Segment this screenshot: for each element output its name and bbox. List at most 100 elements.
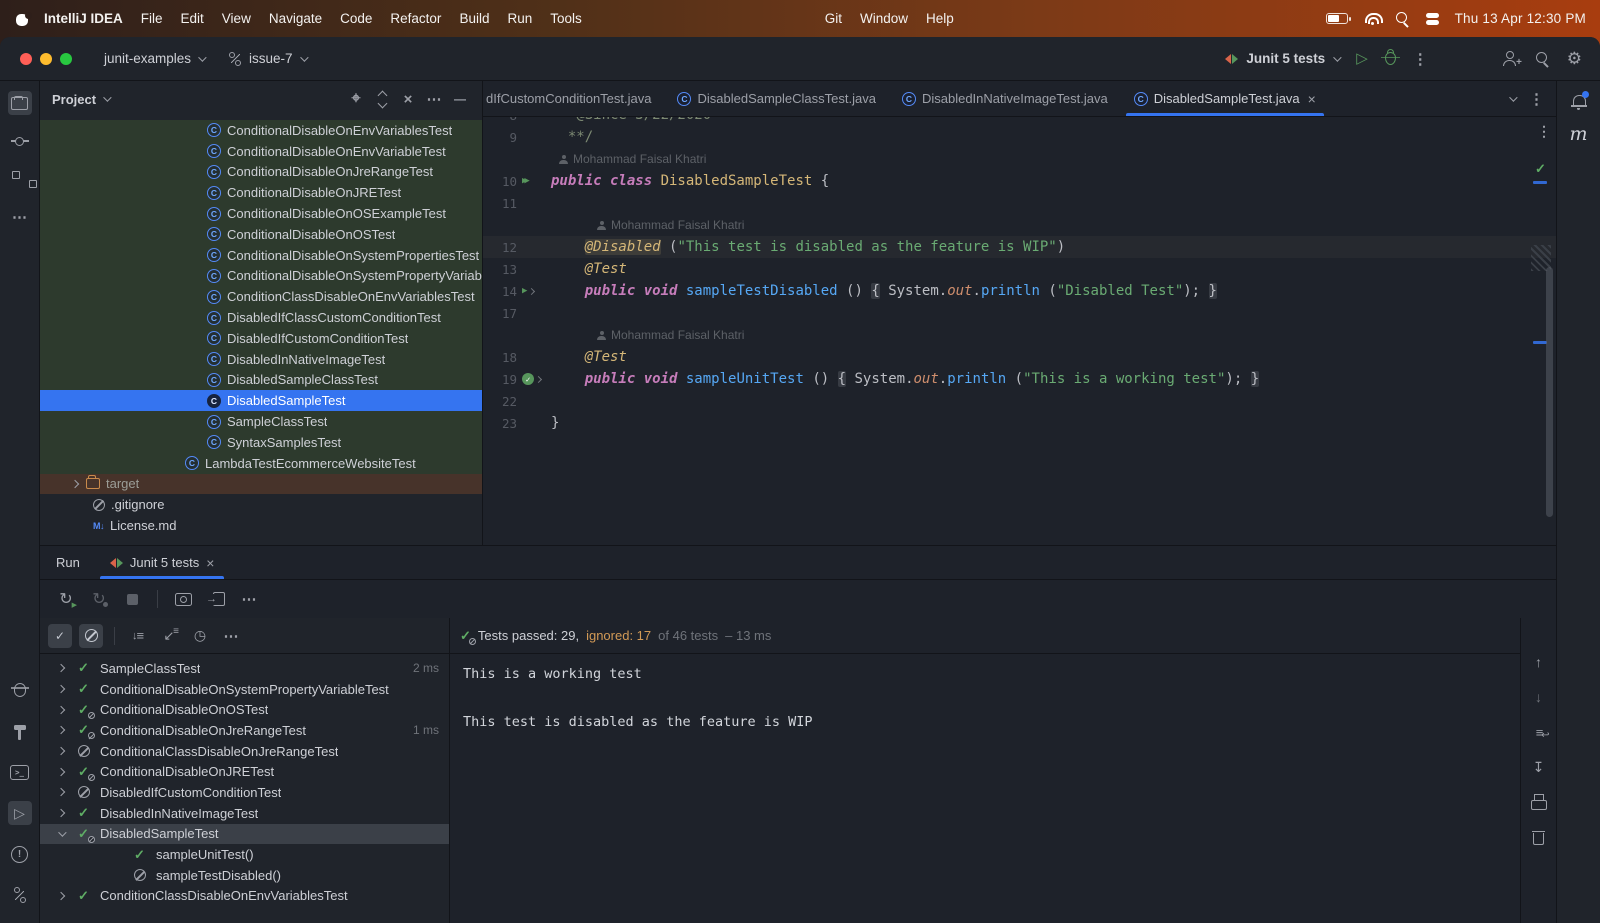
menu-git[interactable]: Git bbox=[816, 11, 851, 26]
close-tab-icon[interactable]: × bbox=[1308, 91, 1316, 107]
problems-tool-icon[interactable] bbox=[8, 842, 32, 866]
project-selector[interactable]: junit-examples bbox=[104, 51, 204, 66]
project-tree-item[interactable]: .gitignore bbox=[40, 494, 482, 515]
print-icon[interactable] bbox=[1527, 790, 1551, 814]
menu-edit[interactable]: Edit bbox=[172, 11, 213, 26]
chevron-right-icon[interactable] bbox=[71, 480, 79, 488]
minimize-window-button[interactable] bbox=[40, 53, 52, 65]
collapse-all-icon[interactable] bbox=[396, 87, 420, 111]
export-icon[interactable] bbox=[204, 587, 228, 611]
test-tree-item[interactable]: DisabledIfCustomConditionTest bbox=[40, 782, 449, 803]
passed-toggle-icon[interactable] bbox=[48, 624, 72, 648]
project-tree-item[interactable]: target bbox=[40, 474, 482, 495]
control-center-icon[interactable] bbox=[1426, 13, 1439, 25]
test-tree-item[interactable]: ✓ConditionalDisableOnJreRangeTest1 ms bbox=[40, 720, 449, 741]
project-tree-item[interactable]: CSyntaxSamplesTest bbox=[40, 432, 482, 453]
fold-chevron-icon[interactable] bbox=[535, 375, 542, 382]
project-tree-item[interactable]: CConditionalDisableOnSystemPropertiesTes… bbox=[40, 245, 482, 266]
menu-run[interactable]: Run bbox=[498, 11, 541, 26]
camera-icon[interactable] bbox=[171, 587, 195, 611]
wifi-icon[interactable] bbox=[1364, 13, 1380, 25]
editor-tab-disabledinnativeimagetest-java[interactable]: CDisabledInNativeImageTest.java bbox=[889, 81, 1121, 116]
test-tree-item[interactable]: ✓sampleUnitTest() bbox=[40, 844, 449, 865]
close-window-button[interactable] bbox=[20, 53, 32, 65]
chevron-right-icon[interactable] bbox=[57, 685, 65, 693]
history-icon[interactable] bbox=[188, 624, 212, 648]
down-icon[interactable] bbox=[1527, 685, 1551, 709]
branch-selector[interactable]: issue-7 bbox=[228, 51, 306, 66]
run-tab-junit5-tests[interactable]: Junit 5 tests × bbox=[100, 546, 225, 579]
chevron-right-icon[interactable] bbox=[57, 726, 65, 734]
project-tree-item[interactable]: CConditionalDisableOnOSExampleTest bbox=[40, 203, 482, 224]
menu-code[interactable]: Code bbox=[331, 11, 381, 26]
project-tree-item[interactable]: CConditionClassDisableOnEnvVariablesTest bbox=[40, 286, 482, 307]
test-tree-item[interactable]: ✓ConditionalDisableOnJRETest bbox=[40, 761, 449, 782]
project-tree-item[interactable]: CSampleClassTest bbox=[40, 411, 482, 432]
test-tree-item[interactable]: ✓SampleClassTest2 ms bbox=[40, 658, 449, 679]
commit-tool-icon[interactable] bbox=[8, 129, 32, 153]
run-configuration-selector[interactable]: Junit 5 tests bbox=[1225, 51, 1339, 66]
softwrap-icon[interactable] bbox=[1527, 720, 1551, 744]
project-tree-item[interactable]: CLambdaTestEcommerceWebsiteTest bbox=[40, 453, 482, 474]
menubar-clock[interactable]: Thu 13 Apr 12:30 PM bbox=[1455, 11, 1586, 26]
project-tool-icon[interactable] bbox=[8, 91, 32, 115]
menu-intellij-idea[interactable]: IntelliJ IDEA bbox=[35, 11, 132, 26]
test-tree-item[interactable]: ✓ConditionClassDisableOnEnvVariablesTest bbox=[40, 886, 449, 907]
ignored-toggle-icon[interactable] bbox=[79, 624, 103, 648]
project-panel-title[interactable]: Project bbox=[52, 92, 96, 107]
project-tree-item[interactable]: M↓License.md bbox=[40, 515, 482, 536]
build-tool-icon[interactable] bbox=[8, 719, 32, 743]
project-tree-item[interactable]: CDisabledSampleTest bbox=[40, 390, 482, 411]
menu-navigate[interactable]: Navigate bbox=[260, 11, 331, 26]
project-tree-item[interactable]: CDisabledSampleClassTest bbox=[40, 370, 482, 391]
chevron-right-icon[interactable] bbox=[57, 892, 65, 900]
terminal-tool-icon[interactable] bbox=[8, 760, 32, 784]
inspection-menu-icon[interactable]: ⋮ bbox=[1537, 123, 1551, 140]
editor-tab-disabledsampleclasstest-java[interactable]: CDisabledSampleClassTest.java bbox=[664, 81, 888, 116]
menu-tools[interactable]: Tools bbox=[541, 11, 591, 26]
test-tree-item[interactable]: ✓ConditionalDisableOnOSTest bbox=[40, 699, 449, 720]
rerun-icon[interactable] bbox=[54, 587, 78, 611]
project-tree-item[interactable]: CDisabledInNativeImageTest bbox=[40, 349, 482, 370]
run-button[interactable]: ▷ bbox=[1356, 51, 1368, 66]
sort-icon[interactable] bbox=[126, 624, 150, 648]
debug-tool-icon[interactable] bbox=[8, 678, 32, 702]
project-tree-item[interactable]: CConditionalDisableOnEnvVariableTest bbox=[40, 141, 482, 162]
more-tools-tool-icon[interactable] bbox=[8, 205, 32, 229]
chevron-right-icon[interactable] bbox=[57, 747, 65, 755]
more-tabs-icon[interactable]: ⋮ bbox=[1529, 90, 1544, 108]
editor-tab-difcustomconditiontest-java[interactable]: dIfCustomConditionTest.java bbox=[483, 81, 664, 116]
editor-scrollbar-thumb[interactable] bbox=[1546, 267, 1553, 517]
apple-menu-icon[interactable] bbox=[16, 11, 29, 26]
project-tree-item[interactable]: CDisabledIfClassCustomConditionTest bbox=[40, 307, 482, 328]
menu-view[interactable]: View bbox=[213, 11, 260, 26]
more-icon[interactable] bbox=[219, 624, 243, 648]
locate-icon[interactable] bbox=[344, 87, 368, 111]
scroll-end-icon[interactable] bbox=[1527, 755, 1551, 779]
chevron-down-icon[interactable] bbox=[58, 828, 66, 836]
import-icon[interactable] bbox=[157, 624, 181, 648]
code-with-me-icon[interactable]: + bbox=[1502, 51, 1519, 66]
zoom-window-button[interactable] bbox=[60, 53, 72, 65]
run-class-gutter-icon[interactable]: ▶▶ bbox=[522, 176, 530, 186]
test-passed-gutter-icon[interactable]: ✓ bbox=[522, 373, 534, 385]
menu-build[interactable]: Build bbox=[450, 11, 498, 26]
project-tree-item[interactable]: CConditionalDisableOnSystemPropertyVaria… bbox=[40, 266, 482, 287]
fold-chevron-icon[interactable] bbox=[528, 287, 535, 294]
test-tree-item[interactable]: ✓DisabledSampleTest bbox=[40, 824, 449, 845]
settings-gear-icon[interactable]: ⚙ bbox=[1567, 50, 1582, 67]
debug-button[interactable] bbox=[1385, 52, 1396, 65]
code-editor[interactable]: 8 *@Since 3/22/20209 **/Mohammad Faisal … bbox=[483, 117, 1556, 545]
run-tool-icon[interactable] bbox=[8, 801, 32, 825]
project-tree-item[interactable]: CConditionalDisableOnJreRangeTest bbox=[40, 162, 482, 183]
maven-tool-window-icon[interactable]: m bbox=[1569, 123, 1587, 145]
version-control-tool-icon[interactable] bbox=[8, 883, 32, 907]
battery-icon[interactable] bbox=[1326, 13, 1348, 24]
up-icon[interactable] bbox=[1527, 650, 1551, 674]
stop-icon[interactable] bbox=[120, 587, 144, 611]
project-tree-item[interactable]: CConditionalDisableOnJRETest bbox=[40, 182, 482, 203]
chevron-right-icon[interactable] bbox=[57, 664, 65, 672]
clear-icon[interactable] bbox=[1527, 825, 1551, 849]
chevron-right-icon[interactable] bbox=[57, 768, 65, 776]
menu-refactor[interactable]: Refactor bbox=[381, 11, 450, 26]
